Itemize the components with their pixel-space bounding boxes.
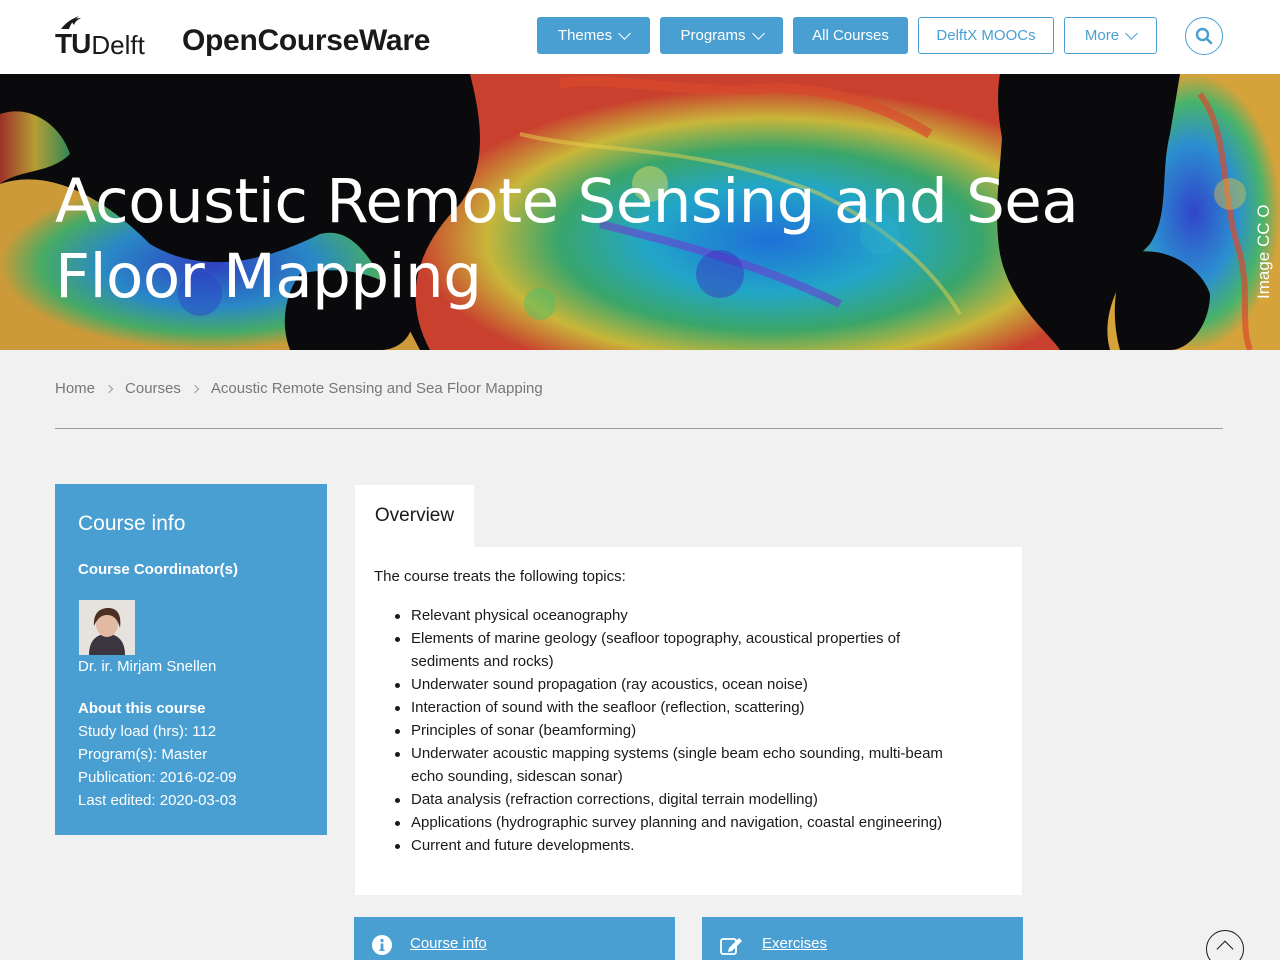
nav-themes-label: Themes	[557, 27, 613, 44]
coordinator-photo	[79, 600, 135, 655]
logo-tu-text: TU	[55, 28, 91, 59]
nav-programs-label: Programs	[680, 27, 746, 44]
edit-icon	[720, 938, 742, 955]
coordinator-heading: Course Coordinator(s)	[78, 561, 239, 578]
programs: Program(s): Master	[78, 746, 208, 763]
chevron-right-icon	[104, 384, 114, 393]
tab-overview[interactable]: Overview	[355, 485, 474, 547]
list-item: Data analysis (refraction corrections, d…	[395, 788, 964, 811]
study-load: Study load (hrs): 112	[78, 723, 217, 740]
hero-banner: Acoustic Remote Sensing and Sea Floor Ma…	[0, 74, 1280, 350]
last-edited-date: Last edited: 2020-03-03	[78, 792, 237, 809]
nav-all-courses-label: All Courses	[812, 27, 889, 44]
course-info-link[interactable]: Course info	[410, 935, 487, 952]
list-item: Interaction of sound with the seafloor (…	[395, 696, 964, 719]
nav-more-button[interactable]: More	[1064, 17, 1157, 54]
chevron-down-icon	[1125, 26, 1138, 40]
hero-title: Acoustic Remote Sensing and Sea Floor Ma…	[55, 166, 1079, 312]
logo-delft-text: Delft	[91, 30, 145, 60]
list-item: Underwater acoustic mapping systems (sin…	[395, 742, 964, 788]
image-credit: Image CC O	[1254, 204, 1273, 299]
list-item: Applications (hydrographic survey planni…	[395, 811, 964, 834]
list-item: Principles of sonar (beamforming)	[395, 719, 964, 742]
nav-more-label: More	[1084, 27, 1120, 44]
nav-all-courses-button[interactable]: All Courses	[793, 17, 908, 54]
nav-delftx-moocs-label: DelftX MOOCs	[936, 27, 1036, 44]
breadcrumb-current: Acoustic Remote Sensing and Sea Floor Ma…	[210, 380, 543, 397]
search-button[interactable]	[1185, 17, 1223, 55]
exercises-card[interactable]: Exercises	[702, 917, 1023, 960]
coordinator-avatar[interactable]	[79, 600, 135, 655]
coordinator-name[interactable]: Dr. ir. Mirjam Snellen	[78, 658, 216, 675]
sidebar-title: Course info	[78, 512, 186, 535]
nav-delftx-moocs-button[interactable]: DelftX MOOCs	[918, 17, 1054, 54]
chevron-down-icon	[751, 26, 765, 40]
list-item: Relevant physical oceanography	[395, 604, 964, 627]
topics-list: Relevant physical oceanography Elements …	[374, 604, 964, 857]
course-info-card[interactable]: Course info	[354, 917, 675, 960]
nav-themes-button[interactable]: Themes	[537, 17, 650, 54]
overview-intro: The course treats the following topics:	[374, 568, 626, 585]
about-heading: About this course	[78, 700, 206, 717]
exercises-link[interactable]: Exercises	[762, 935, 827, 952]
search-icon	[1195, 27, 1213, 45]
scroll-to-top-button[interactable]	[1206, 930, 1244, 960]
site-title[interactable]: OpenCourseWare	[182, 26, 430, 56]
divider	[55, 428, 1223, 429]
course-info-sidebar: Course info Course Coordinator(s) Dr. ir…	[55, 484, 327, 835]
list-item: Current and future developments.	[395, 834, 964, 857]
flame-icon	[61, 16, 81, 29]
chevron-right-icon	[190, 384, 200, 393]
chevron-down-icon	[618, 26, 631, 40]
overview-panel: The course treats the following topics: …	[355, 547, 1022, 895]
breadcrumb-home[interactable]: Home	[55, 380, 95, 397]
nav-programs-button[interactable]: Programs	[660, 17, 783, 54]
site-header: TU Delft OpenCourseWare Themes Programs …	[0, 0, 1280, 74]
list-item: Elements of marine geology (seafloor top…	[395, 627, 964, 673]
info-icon	[372, 935, 392, 955]
breadcrumb: Home Courses Acoustic Remote Sensing and…	[55, 380, 543, 397]
breadcrumb-courses[interactable]: Courses	[125, 380, 181, 397]
list-item: Underwater sound propagation (ray acoust…	[395, 673, 964, 696]
tudelft-logo[interactable]: TU Delft	[55, 16, 145, 58]
publication-date: Publication: 2016-02-09	[78, 769, 237, 786]
